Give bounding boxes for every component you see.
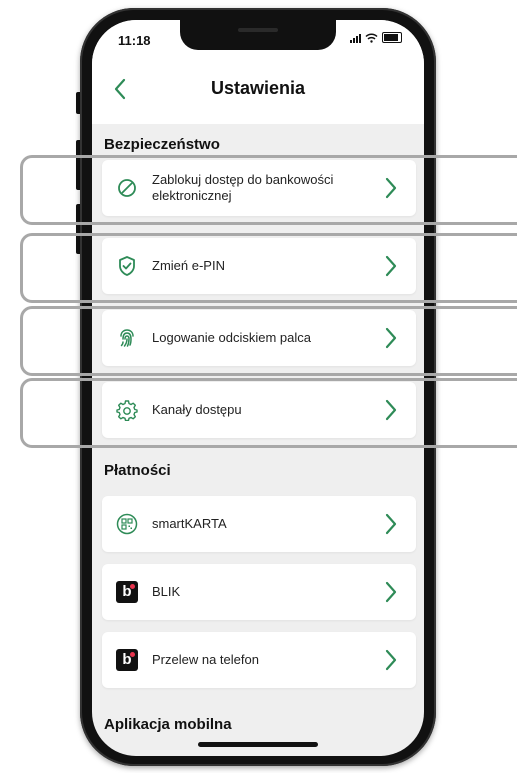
shield-check-icon (119, 256, 135, 276)
signal-icon (350, 33, 361, 43)
menu-item-access-channels[interactable]: Kanały dostępu (102, 382, 416, 438)
chevron-right-icon (385, 513, 397, 535)
section-title-mobile-app: Aplikacja mobilna (104, 716, 232, 733)
block-icon (118, 179, 136, 197)
phone-screen: 11:18 Ustawienia Bezpieczeństwo Zablokuj… (92, 20, 424, 756)
menu-item-label: Zablokuj dostęp do bankowości elektronic… (152, 172, 334, 203)
chevron-right-icon (385, 327, 397, 349)
status-bar: 11:18 (92, 20, 424, 60)
qr-code-icon (116, 513, 138, 535)
blik-logo-icon: b (116, 649, 138, 671)
page-title: Ustawienia (210, 78, 306, 98)
menu-item-label: Zmień e-PIN (152, 258, 225, 273)
home-indicator (198, 742, 318, 747)
section-title-payments: Płatności (104, 462, 171, 479)
menu-item-blik[interactable]: b BLIK (102, 564, 416, 620)
status-time: 11:18 (118, 33, 151, 48)
chevron-right-icon (385, 581, 397, 603)
section-title-security: Bezpieczeństwo (104, 136, 220, 153)
battery-icon (382, 32, 402, 43)
wifi-icon (365, 33, 378, 43)
header: Ustawienia (92, 60, 424, 124)
menu-item-fingerprint-login[interactable]: Logowanie odciskiem palca (102, 310, 416, 366)
menu-item-label: Kanały dostępu (152, 402, 242, 417)
notch (180, 20, 336, 50)
fingerprint-icon (120, 329, 134, 347)
menu-item-label: Logowanie odciskiem palca (152, 330, 311, 345)
status-icons (350, 32, 402, 43)
menu-item-label: Przelew na telefon (152, 652, 259, 667)
menu-item-block-access[interactable]: Zablokuj dostęp do bankowości elektronic… (102, 160, 416, 216)
chevron-right-icon (385, 177, 397, 199)
gear-icon (116, 400, 138, 421)
menu-item-change-epin[interactable]: Zmień e-PIN (102, 238, 416, 294)
chevron-right-icon (385, 399, 397, 421)
menu-item-label: smartKARTA (152, 516, 227, 531)
menu-item-phone-transfer[interactable]: b Przelew na telefon (102, 632, 416, 688)
chevron-right-icon (385, 255, 397, 277)
chevron-right-icon (385, 649, 397, 671)
blik-logo-icon: b (116, 581, 138, 603)
menu-item-smartkarta[interactable]: smartKARTA (102, 496, 416, 552)
menu-item-label: BLIK (152, 584, 181, 599)
